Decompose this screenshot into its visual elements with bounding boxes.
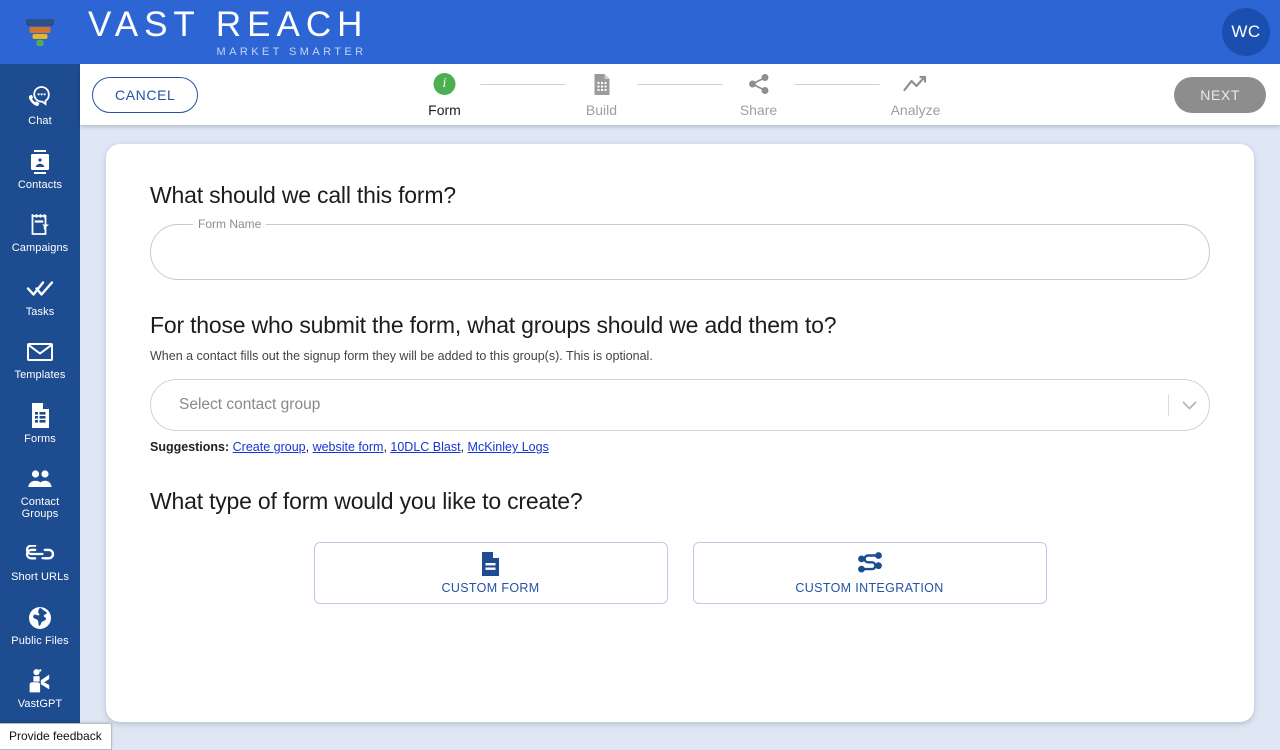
step-connector-2 [637,84,723,85]
suggestions-row: Suggestions: Create group, website form,… [150,440,1210,454]
suggestion-link[interactable]: website form [313,440,384,454]
choice-custom-form[interactable]: CUSTOM FORM [313,542,668,604]
step-connector-1 [480,84,566,85]
link-chain-icon [2,539,78,569]
form-name-label: Form Name [193,217,267,231]
question-form-type: What type of form would you like to crea… [150,488,583,514]
contact-card-icon [2,147,78,177]
sidebar-item-short-urls[interactable]: Short URLs [0,530,80,594]
double-check-icon [2,274,78,304]
sidebar-item-chat[interactable]: Chat [0,74,80,138]
sidebar: Chat Contacts Campaigns Tasks Templates … [0,64,80,750]
sidebar-item-label: Short URLs [11,571,69,584]
brand-title: VAST REACH [88,4,369,44]
step-share[interactable]: Share [723,71,795,118]
sidebar-item-label: VastGPT [17,698,63,711]
sidebar-item-label: Forms [24,432,56,445]
next-button[interactable]: NEXT [1174,76,1266,113]
form-document-icon [2,401,78,431]
sidebar-item-tasks[interactable]: Tasks [0,265,80,329]
suggestion-link[interactable]: 10DLC Blast [390,440,460,454]
sidebar-item-label: Templates [14,369,66,382]
suggestions-label: Suggestions: [150,440,230,454]
chevron-down-icon[interactable] [1169,401,1209,410]
step-connector-3 [794,84,880,85]
chat-phone-icon [2,83,78,113]
avatar-initials: WC [1231,22,1261,41]
contact-group-placeholder: Select contact group [179,396,321,413]
sidebar-item-contacts[interactable]: Contacts [0,138,80,202]
wizard-stepper: i Form Build Share Analyze [409,71,952,118]
sidebar-item-templates[interactable]: Templates [0,328,80,392]
suggestion-links: Create group, website form, 10DLC Blast,… [232,440,549,454]
funnel-icon [23,16,57,48]
app-header: VAST REACH MARKET SMARTER WC [0,0,1280,64]
people-group-icon [2,464,78,494]
campaign-calendar-icon [2,210,78,240]
choice-custom-integration[interactable]: CUSTOM INTEGRATION [692,542,1047,604]
step-form[interactable]: i Form [409,71,481,118]
sidebar-item-contact-groups[interactable]: Contact Groups [0,455,80,530]
envelope-icon [2,337,78,367]
brand-tagline: MARKET SMARTER [216,45,367,58]
integration-nodes-icon [857,551,883,577]
globe-icon [2,603,78,633]
sidebar-item-public-files[interactable]: Public Files [0,594,80,658]
brand-logo[interactable] [0,0,80,64]
robot-hand-icon [2,666,78,696]
step-label: Share [739,102,778,118]
wizard-toolbar: CANCEL i Form Build Share Analyze NEXT [80,64,1280,125]
sidebar-item-label: Campaigns [11,242,69,255]
question-groups: For those who submit the form, what grou… [150,312,837,338]
sidebar-item-label: Public Files [11,634,69,647]
step-analyze[interactable]: Analyze [880,71,952,118]
info-circle-icon: i [409,71,481,97]
form-name-input[interactable] [151,225,1209,279]
form-name-field[interactable]: Form Name [150,217,1210,280]
suggestion-link[interactable]: McKinley Logs [468,440,549,454]
document-lines-icon [480,551,501,577]
document-grid-icon [566,71,638,97]
sidebar-item-label: Contacts [17,178,63,191]
step-label: Form [428,102,461,118]
cancel-button[interactable]: CANCEL [92,76,199,113]
step-build[interactable]: Build [566,71,638,118]
contact-group-select[interactable]: Select contact group [150,379,1210,431]
sidebar-item-label: Chat [28,115,52,127]
suggestion-link[interactable]: Create group [233,440,306,454]
form-wizard-card: What should we call this form? Form Name… [106,144,1254,722]
share-nodes-icon [723,71,795,97]
step-label: Build [585,102,618,118]
provide-feedback-tab[interactable]: Provide feedback [0,723,112,750]
sidebar-item-label: Tasks [25,305,55,318]
sidebar-item-vastgpt[interactable]: VastGPT [0,657,80,721]
groups-help-text: When a contact fills out the signup form… [150,349,653,363]
sidebar-item-label: Contact Groups [20,496,60,520]
step-label: Analyze [890,102,941,118]
trend-line-icon [880,71,952,97]
question-form-name: What should we call this form? [150,182,456,208]
sidebar-item-forms[interactable]: Forms [0,392,80,456]
sidebar-item-campaigns[interactable]: Campaigns [0,201,80,265]
choice-label: CUSTOM FORM [441,581,540,595]
form-type-choices: CUSTOM FORM CUSTOM INTEGRATION [150,542,1210,604]
avatar[interactable]: WC [1222,8,1270,56]
content-area: What should we call this form? Form Name… [80,125,1280,750]
choice-label: CUSTOM INTEGRATION [795,581,944,595]
brand-wordmark: VAST REACH MARKET SMARTER [88,7,368,58]
